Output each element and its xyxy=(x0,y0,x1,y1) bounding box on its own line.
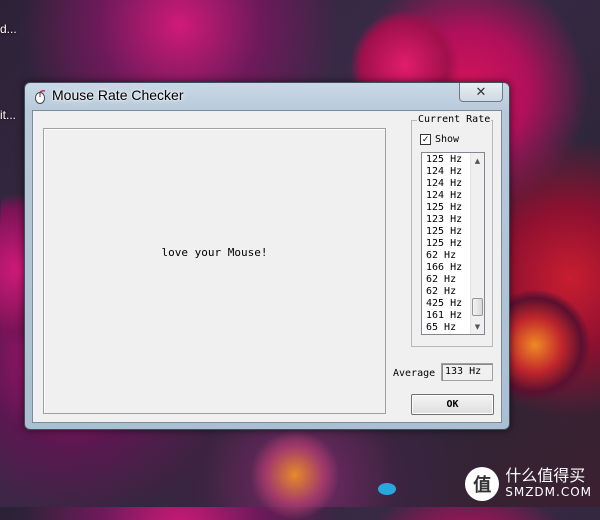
scroll-thumb[interactable] xyxy=(472,298,483,316)
desktop-icon-label[interactable]: d... xyxy=(0,22,17,36)
mouse-rate-checker-window: Mouse Rate Checker ✕ love your Mouse! Cu… xyxy=(24,82,510,430)
rate-list-item[interactable]: 65 Hz xyxy=(426,322,470,334)
rate-list-item[interactable]: 125 Hz xyxy=(426,154,470,166)
scroll-down-arrow-icon[interactable]: ▼ xyxy=(471,320,484,333)
watermark-cn-text: 什么值得买 xyxy=(505,466,586,485)
rate-list-item[interactable]: 425 Hz xyxy=(426,298,470,310)
rate-list-item[interactable]: 124 Hz xyxy=(426,178,470,190)
mouse-app-icon xyxy=(33,89,47,104)
window-client-area: love your Mouse! Current Rate ✓ Show 125… xyxy=(32,110,502,423)
list-scrollbar[interactable]: ▲ ▼ xyxy=(470,153,484,334)
rate-list: 125 Hz 124 Hz 124 Hz 124 Hz 125 Hz 123 Hz 125 … xyxy=(426,154,470,334)
current-rate-group: Current Rate ✓ Show 125 Hz 124 Hz 124 Hz 12… xyxy=(411,114,493,347)
group-title: Current Rate xyxy=(417,114,492,125)
window-title: Mouse Rate Checker xyxy=(52,87,184,103)
rate-list-item[interactable]: 125 Hz xyxy=(426,238,470,250)
rate-list-item[interactable]: 166 Hz xyxy=(426,262,470,274)
ok-button[interactable]: OK xyxy=(411,394,494,415)
rate-list-item[interactable]: 124 Hz xyxy=(426,190,470,202)
scroll-up-arrow-icon[interactable]: ▲ xyxy=(471,154,484,167)
desktop-icon-label[interactable]: it... xyxy=(0,108,16,122)
watermark-en-text: SMZDM.COM xyxy=(505,485,592,499)
mouse-move-area[interactable]: love your Mouse! xyxy=(43,128,386,414)
rate-list-item[interactable]: 124 Hz xyxy=(426,166,470,178)
rate-list-item[interactable]: 62 Hz xyxy=(426,250,470,262)
checkmark-icon: ✓ xyxy=(422,134,429,145)
watermark: 值 什么值得买 SMZDM.COM xyxy=(465,467,592,501)
watermark-logo: 值 xyxy=(465,467,500,501)
title-bar[interactable]: Mouse Rate Checker ✕ xyxy=(25,83,509,109)
rate-list-item[interactable]: 62 Hz xyxy=(426,274,470,286)
average-label: Average xyxy=(393,368,436,379)
show-checkbox-row[interactable]: ✓ Show xyxy=(420,134,459,145)
show-label: Show xyxy=(435,134,460,145)
move-mouse-message: love your Mouse! xyxy=(161,246,268,259)
close-icon: ✕ xyxy=(475,84,487,100)
average-field: 133 Hz xyxy=(441,363,493,381)
close-button[interactable]: ✕ xyxy=(459,83,503,102)
rate-list-item[interactable]: 62 Hz xyxy=(426,286,470,298)
rate-list-item[interactable]: 123 Hz xyxy=(426,214,470,226)
rate-list-item[interactable]: 125 Hz xyxy=(426,226,470,238)
wallpaper-dot xyxy=(378,483,396,495)
show-checkbox[interactable]: ✓ xyxy=(420,134,431,145)
rate-listbox[interactable]: 125 Hz 124 Hz 124 Hz 124 Hz 125 Hz 123 Hz 125 … xyxy=(421,152,485,335)
rate-list-item[interactable]: 125 Hz xyxy=(426,202,470,214)
rate-list-item[interactable]: 161 Hz xyxy=(426,310,470,322)
